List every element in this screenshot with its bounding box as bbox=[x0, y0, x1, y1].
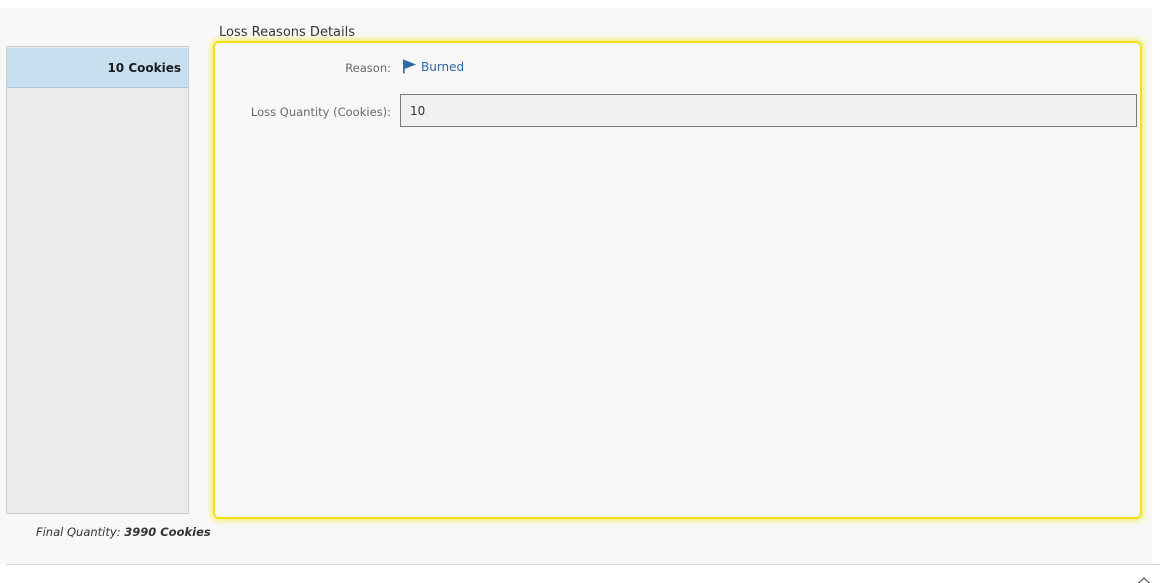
reason-link[interactable]: Burned bbox=[402, 59, 464, 74]
final-quantity: Final Quantity: 3990 Cookies bbox=[36, 525, 211, 539]
list-item[interactable]: 10 Cookies bbox=[7, 48, 188, 88]
loss-quantity-input[interactable] bbox=[400, 94, 1137, 127]
chevron-up-icon[interactable] bbox=[1136, 571, 1152, 583]
reason-value: Burned bbox=[421, 59, 465, 74]
final-quantity-label: Final Quantity: bbox=[36, 525, 125, 539]
loss-reasons-details-panel: Reason: Burned Loss Quantity (Cookies): bbox=[213, 41, 1142, 519]
section-title: Loss Reasons Details bbox=[219, 25, 355, 40]
bottom-divider bbox=[6, 564, 1160, 565]
reason-label: Reason: bbox=[345, 61, 391, 75]
final-quantity-value: 3990 Cookies bbox=[124, 525, 211, 539]
flag-icon bbox=[402, 59, 417, 74]
page: 10 Cookies Final Quantity: 3990 Cookies … bbox=[0, 0, 1160, 583]
loss-quantity-label: Loss Quantity (Cookies): bbox=[250, 105, 391, 119]
loss-list-panel: 10 Cookies bbox=[6, 46, 189, 514]
list-item-label: 10 Cookies bbox=[107, 61, 181, 75]
